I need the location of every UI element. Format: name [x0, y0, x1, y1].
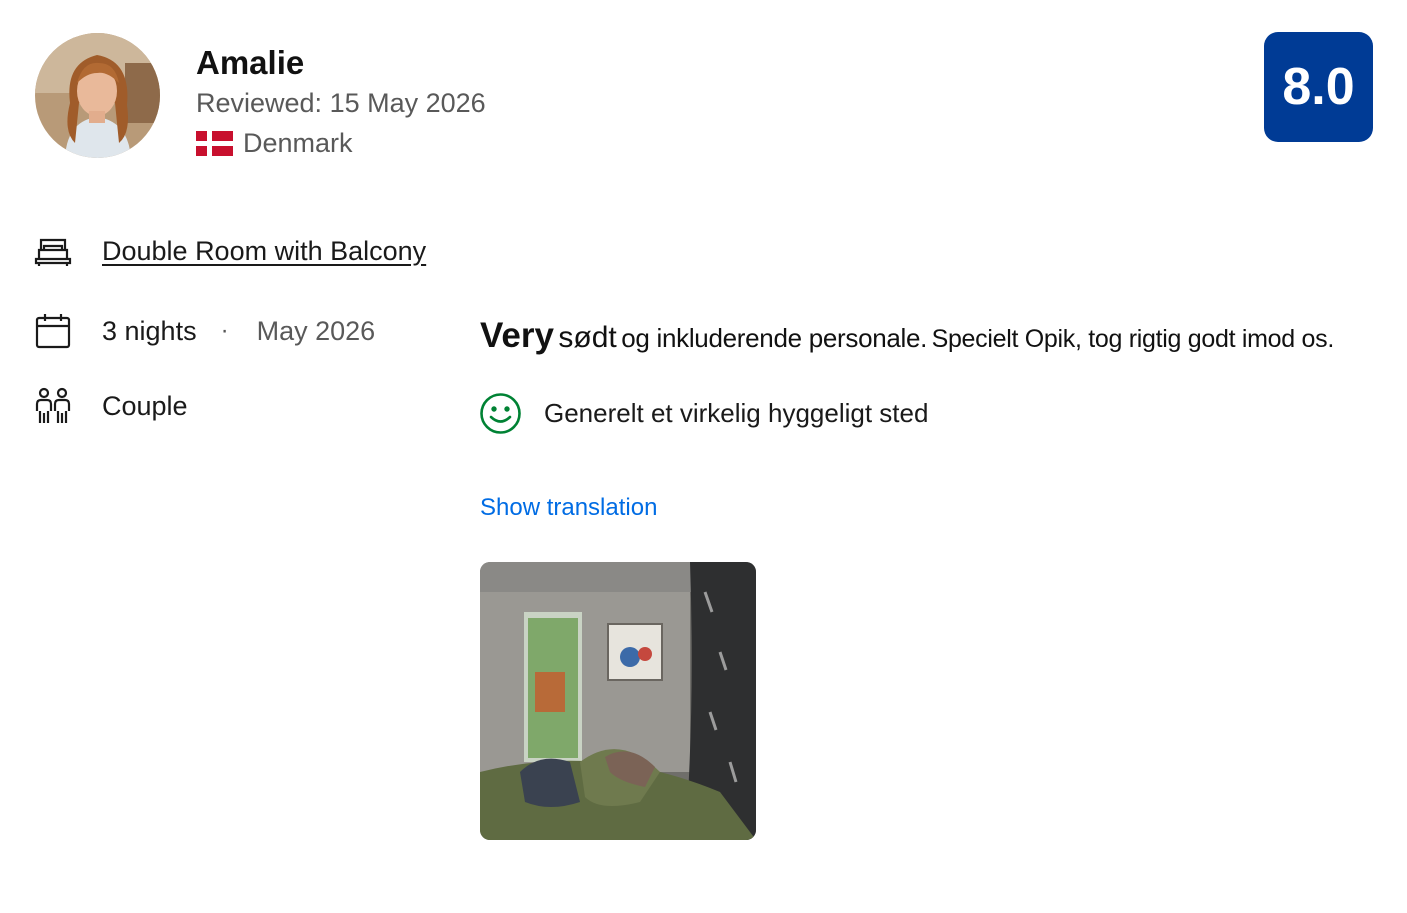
reviewer-avatar [35, 33, 160, 158]
headline-part-1: Very [480, 316, 554, 355]
positive-comment-row: Generelt et virkelig hyggeligt sted [479, 392, 928, 435]
couple-icon [35, 387, 71, 423]
reviewer-name: Amalie [196, 44, 305, 81]
calendar-icon [35, 314, 71, 349]
smiley-icon [480, 393, 521, 434]
reviewed-date: Reviewed: 15 May 2026 [196, 88, 486, 118]
country-name: Denmark [243, 128, 353, 158]
review-score-badge: 8.0 [1264, 32, 1373, 142]
show-translation-link[interactable]: Show translation [480, 494, 657, 522]
headline-part-3: og inkluderende personale. [621, 323, 928, 353]
separator-dot: · [220, 317, 229, 344]
nights-count: 3 nights [102, 315, 197, 346]
room-type-link[interactable]: Double Room with Balcony [102, 236, 426, 267]
avatar-photo [35, 33, 160, 158]
stay-length-row: 3 nights · May 2026 [34, 312, 375, 350]
reviewer-country: Denmark [196, 128, 353, 159]
room-type-row: Double Room with Balcony [34, 232, 426, 270]
review-photo[interactable] [480, 562, 756, 840]
headline-part-4: Specielt Opik, tog rigtig godt imod os. [931, 325, 1335, 353]
room-photo [480, 562, 756, 840]
traveler-type: Couple [102, 390, 188, 421]
stay-month: May 2026 [256, 315, 376, 346]
review-headline: Very sødt og inkluderende personale. Spe… [480, 316, 1334, 356]
denmark-flag-icon [196, 131, 233, 156]
bed-icon [34, 238, 72, 266]
headline-part-2: sødt [558, 321, 617, 354]
positive-comment: Generelt et virkelig hyggeligt sted [544, 398, 929, 428]
traveler-type-row: Couple [34, 387, 188, 425]
